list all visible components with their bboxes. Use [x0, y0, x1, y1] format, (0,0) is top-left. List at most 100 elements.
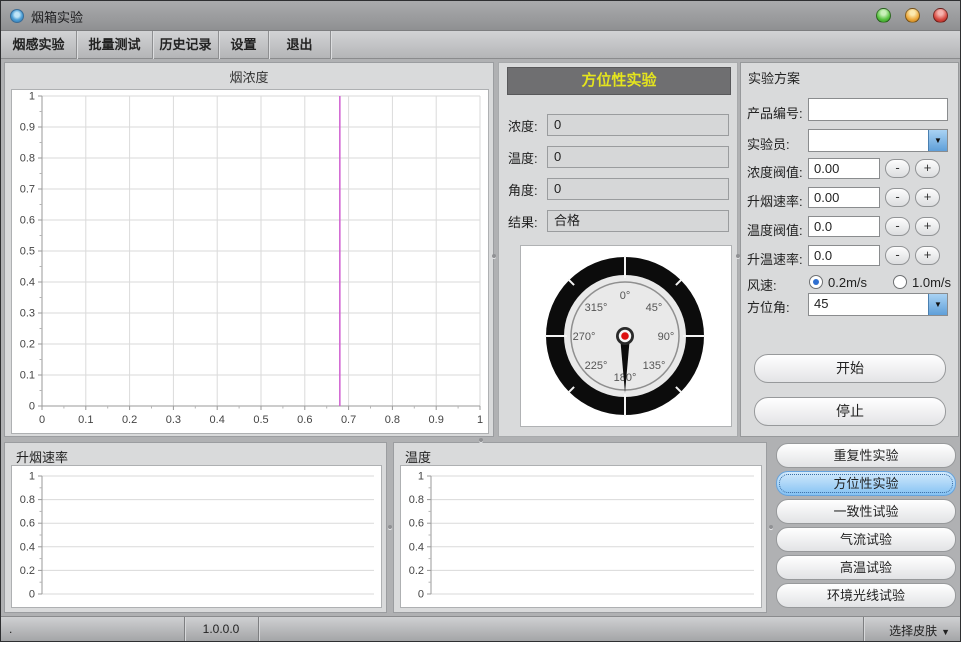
svg-text:0.1: 0.1 [20, 370, 35, 382]
svg-text:1: 1 [29, 91, 35, 103]
svg-text:0.1: 0.1 [78, 414, 93, 426]
splitter-handle[interactable] [769, 525, 773, 529]
menu-item-history[interactable]: 历史记录 [153, 31, 219, 59]
directional-test-panel: 方位性实验 浓度: 0 温度: 0 角度: 0 结果: 合格 0°45°90°1… [498, 62, 738, 437]
smoke-rate-input[interactable] [808, 187, 880, 208]
operator-dropdown-button[interactable]: ▼ [928, 130, 947, 151]
start-button[interactable]: 开始 [754, 354, 946, 383]
wind-speed-label: 风速: [747, 275, 777, 294]
title-bar: 烟箱实验 [1, 1, 960, 31]
smoke-rate-plus-button[interactable]: + [915, 188, 940, 207]
svg-text:0: 0 [29, 401, 35, 413]
smoke-rate-minus-button[interactable]: - [885, 188, 910, 207]
temperature-label: 温度: [508, 148, 538, 167]
splitter-handle[interactable] [479, 438, 483, 442]
wind-02-label: 0.2m/s [828, 275, 867, 290]
svg-text:0.5: 0.5 [20, 246, 35, 258]
conc-threshold-minus-button[interactable]: - [885, 159, 910, 178]
conc-threshold-plus-button[interactable]: + [915, 159, 940, 178]
chevron-down-icon: ▼ [934, 300, 942, 309]
window-bottom-edge [1, 641, 960, 642]
product-id-input[interactable] [808, 98, 948, 121]
concentration-chart-svg: 00.10.20.30.40.50.60.70.80.9100.10.20.30… [12, 90, 488, 433]
wind-02-radio[interactable] [809, 275, 823, 289]
azimuth-value: 45 [814, 296, 828, 311]
svg-text:0.3: 0.3 [20, 308, 35, 320]
result-label: 结果: [508, 212, 538, 231]
directional-test-button[interactable]: 方位性实验 [776, 471, 956, 496]
status-bar: . 1.0.0.0 选择皮肤▼ [1, 616, 960, 641]
operator-label: 实验员: [747, 134, 790, 153]
plan-panel: 实验方案 产品编号: 实验员: ▼ 浓度阀值: - + 升烟速率: - + 温度… [740, 62, 959, 437]
result-value: 合格 [547, 210, 729, 232]
experiment-buttons-column: 重复性实验 方位性实验 一致性试验 气流试验 高温试验 环境光线试验 [773, 442, 959, 613]
high-temp-test-button[interactable]: 高温试验 [776, 555, 956, 580]
svg-text:0.2: 0.2 [20, 565, 35, 577]
compass-gauge-icon: 0°45°90°135°180°225°270°315° [521, 246, 731, 426]
svg-text:315°: 315° [585, 302, 608, 314]
svg-text:0.2: 0.2 [409, 565, 424, 577]
smoke-rate-chart-title: 升烟速率 [16, 447, 68, 466]
skin-selector[interactable]: 选择皮肤▼ [889, 622, 950, 639]
caret-down-icon: ▼ [941, 627, 950, 637]
airflow-test-button[interactable]: 气流试验 [776, 527, 956, 552]
azimuth-label: 方位角: [747, 297, 790, 316]
repeatability-test-button[interactable]: 重复性实验 [776, 443, 956, 468]
svg-text:0.6: 0.6 [297, 414, 312, 426]
svg-text:0.7: 0.7 [20, 184, 35, 196]
azimuth-combobox[interactable]: 45 ▼ [808, 293, 948, 316]
stop-button[interactable]: 停止 [754, 397, 946, 426]
temp-threshold-plus-button[interactable]: + [915, 217, 940, 236]
temp-threshold-label: 温度阀值: [747, 220, 803, 239]
temp-rate-plus-button[interactable]: + [915, 246, 940, 265]
close-button[interactable] [933, 8, 948, 23]
splitter-handle[interactable] [492, 254, 496, 258]
svg-text:0.8: 0.8 [20, 153, 35, 165]
concentration-value: 0 [547, 114, 729, 136]
splitter-handle[interactable] [736, 254, 740, 258]
smoke-rate-chart-group: 升烟速率 00.20.40.60.81 [4, 442, 387, 613]
svg-text:0.6: 0.6 [20, 518, 35, 530]
field-row-result: 结果: 合格 [499, 210, 737, 232]
splitter-handle[interactable] [388, 525, 392, 529]
temp-threshold-input[interactable] [808, 216, 880, 237]
smoke-rate-label: 升烟速率: [747, 191, 803, 210]
temp-rate-input[interactable] [808, 245, 880, 266]
angle-label: 角度: [508, 180, 538, 199]
operator-combobox[interactable]: ▼ [808, 129, 948, 152]
svg-text:1: 1 [477, 414, 483, 426]
field-row-concentration: 浓度: 0 [499, 114, 737, 136]
svg-text:0: 0 [39, 414, 45, 426]
svg-text:90°: 90° [658, 331, 675, 343]
plan-panel-title: 实验方案 [748, 68, 800, 87]
svg-text:1: 1 [418, 471, 424, 483]
svg-text:0.5: 0.5 [253, 414, 268, 426]
svg-text:0.2: 0.2 [20, 339, 35, 351]
menu-item-settings[interactable]: 设置 [219, 31, 269, 59]
svg-text:270°: 270° [573, 331, 596, 343]
compass-gauge-box: 0°45°90°135°180°225°270°315° [520, 245, 732, 427]
ambient-light-test-button[interactable]: 环境光线试验 [776, 583, 956, 608]
wind-10-radio[interactable] [893, 275, 907, 289]
temperature-chart-plot: 00.20.40.60.81 [400, 465, 762, 608]
menu-item-exit[interactable]: 退出 [269, 31, 331, 59]
angle-value: 0 [547, 178, 729, 200]
temperature-value: 0 [547, 146, 729, 168]
app-version: 1.0.0.0 [184, 622, 258, 636]
svg-text:0.8: 0.8 [20, 494, 35, 506]
conc-threshold-input[interactable] [808, 158, 880, 179]
svg-text:0.4: 0.4 [210, 414, 225, 426]
maximize-button[interactable] [905, 8, 920, 23]
menu-item-batch-test[interactable]: 批量测试 [77, 31, 153, 59]
svg-text:45°: 45° [646, 302, 663, 314]
temp-threshold-minus-button[interactable]: - [885, 217, 910, 236]
app-icon [10, 9, 24, 23]
consistency-test-button[interactable]: 一致性试验 [776, 499, 956, 524]
temp-rate-minus-button[interactable]: - [885, 246, 910, 265]
azimuth-dropdown-button[interactable]: ▼ [928, 294, 947, 315]
temperature-chart-svg: 00.20.40.60.81 [401, 466, 761, 607]
minimize-button[interactable] [876, 8, 891, 23]
conc-threshold-label: 浓度阀值: [747, 162, 803, 181]
menu-item-smoke-test[interactable]: 烟感实验 [1, 31, 77, 59]
svg-text:135°: 135° [643, 360, 666, 372]
